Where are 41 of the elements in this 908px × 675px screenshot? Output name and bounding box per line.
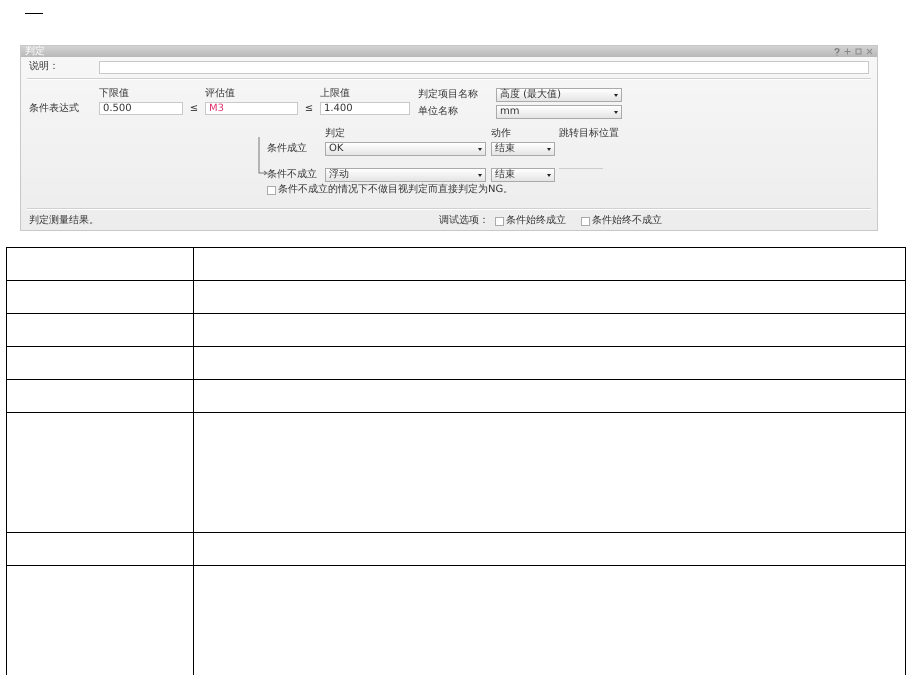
caret-icon bbox=[478, 174, 482, 176]
expression-label: 条件表达式 bbox=[29, 103, 80, 115]
item-name-label: 判定项目名称 bbox=[418, 89, 479, 101]
lower-limit-field[interactable]: 0.500 bbox=[99, 102, 183, 115]
description-field[interactable] bbox=[99, 60, 869, 74]
description-label: 说明： bbox=[29, 61, 60, 73]
upper-limit-label: 上限值 bbox=[320, 88, 351, 100]
evaluation-value-field[interactable]: M3 bbox=[205, 102, 298, 115]
less-equal-sign: ≤ bbox=[304, 103, 314, 114]
window-title: 判定 bbox=[25, 46, 45, 57]
status-text: 判定测量结果。 bbox=[29, 215, 99, 227]
upper-limit-field[interactable]: 1.400 bbox=[320, 102, 410, 115]
judgement-dropdown[interactable]: 浮动 bbox=[325, 168, 486, 182]
column-header: 判定 bbox=[325, 128, 346, 139]
condition-label: 条件不成立 bbox=[267, 169, 318, 181]
caret-icon bbox=[614, 110, 618, 114]
column-header: 动作 bbox=[491, 128, 512, 139]
debug-checkbox[interactable]: 条件始终成立 bbox=[495, 215, 575, 227]
caret-icon bbox=[478, 148, 482, 150]
unit-name-dropdown[interactable]: mm bbox=[496, 105, 622, 119]
column-header: 跳转目标位置 bbox=[559, 128, 619, 139]
debug-checkbox[interactable]: 条件始终不成立 bbox=[581, 215, 661, 227]
branch-arrow bbox=[258, 137, 268, 177]
caret-icon bbox=[614, 94, 618, 96]
item-name-dropdown[interactable]: 高度 (最大值) bbox=[496, 88, 622, 102]
caret-icon bbox=[547, 148, 551, 150]
lower-limit-label: 下限值 bbox=[99, 88, 130, 100]
action-dropdown[interactable]: 结束 bbox=[491, 168, 555, 182]
judgement-dropdown[interactable]: OK bbox=[325, 142, 486, 156]
condition-label: 条件成立 bbox=[267, 143, 308, 155]
less-equal-sign: ≤ bbox=[188, 103, 200, 114]
direct-ng-checkbox[interactable]: 条件不成立的情况下不做目视判定而直接判定为NG。 bbox=[267, 184, 877, 196]
unit-name-label: 单位名称 bbox=[418, 106, 459, 118]
caret-icon bbox=[547, 174, 551, 176]
debug-options-label: 调试选项： bbox=[439, 215, 489, 227]
action-dropdown[interactable]: 结束 bbox=[491, 142, 555, 156]
help-icon[interactable] bbox=[834, 48, 840, 56]
evaluation-value-label: 评估值 bbox=[205, 88, 236, 100]
restore-icon[interactable] bbox=[855, 48, 862, 55]
pin-icon[interactable] bbox=[844, 48, 851, 55]
close-icon[interactable] bbox=[866, 48, 873, 55]
